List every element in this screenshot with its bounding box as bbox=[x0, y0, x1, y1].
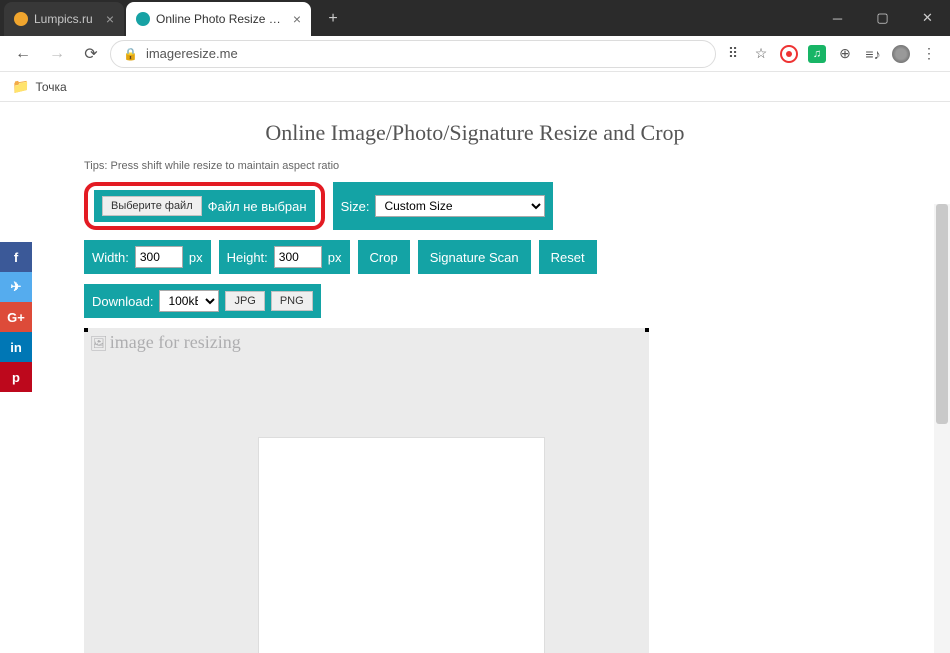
close-icon[interactable]: × bbox=[293, 11, 301, 27]
crop-button[interactable]: Crop bbox=[358, 240, 410, 274]
row-dimensions: Width: px Height: px Crop Signature Scan… bbox=[84, 240, 908, 274]
close-window-button[interactable]: ✕ bbox=[905, 0, 950, 36]
size-label: Size: bbox=[341, 199, 370, 214]
share-pinterest[interactable]: p bbox=[0, 362, 32, 392]
px-label: px bbox=[328, 250, 342, 265]
address-bar: ← → ⟳ 🔒 imageresize.me ⠿ ☆ ♫ ⊕ ≡♪ ⋮ bbox=[0, 36, 950, 72]
tab-lumpics[interactable]: Lumpics.ru × bbox=[4, 2, 124, 36]
globe-icon[interactable]: ⊕ bbox=[836, 45, 854, 63]
png-button[interactable]: PNG bbox=[271, 291, 313, 311]
row-download: Download: 100kB JPG PNG bbox=[84, 284, 908, 318]
social-sidebar: f ✈ G+ in p bbox=[0, 242, 32, 392]
tab-label: Online Photo Resize and Crop | R bbox=[156, 12, 287, 26]
resize-handle-tl[interactable] bbox=[84, 328, 88, 332]
lumpics-favicon bbox=[14, 12, 28, 26]
browser-menu-button[interactable]: ⋮ bbox=[920, 45, 938, 63]
reset-button[interactable]: Reset bbox=[539, 240, 597, 274]
px-label: px bbox=[189, 250, 203, 265]
bookmark-item[interactable]: Точка bbox=[35, 80, 66, 94]
content-area: Tips: Press shift while resize to mainta… bbox=[0, 160, 950, 653]
imageresize-favicon bbox=[136, 12, 150, 26]
height-input[interactable] bbox=[274, 246, 322, 268]
height-control: Height: px bbox=[219, 240, 350, 274]
omnibox[interactable]: 🔒 imageresize.me bbox=[110, 40, 716, 68]
size-control: Size: Custom Size bbox=[333, 182, 554, 230]
page-title: Online Image/Photo/Signature Resize and … bbox=[0, 102, 950, 152]
file-status: Файл не выбран bbox=[208, 199, 307, 214]
new-tab-button[interactable]: + bbox=[319, 5, 347, 33]
back-button[interactable]: ← bbox=[8, 39, 38, 69]
page-content: Online Image/Photo/Signature Resize and … bbox=[0, 102, 950, 653]
minimize-button[interactable]: ─ bbox=[815, 0, 860, 36]
resize-handle-tr[interactable] bbox=[645, 328, 649, 332]
height-label: Height: bbox=[227, 250, 268, 265]
download-label: Download: bbox=[92, 294, 153, 309]
tab-imageresize[interactable]: Online Photo Resize and Crop | R × bbox=[126, 2, 311, 36]
size-select[interactable]: Custom Size bbox=[375, 195, 545, 217]
extension-icons: ⠿ ☆ ♫ ⊕ ≡♪ ⋮ bbox=[720, 45, 942, 63]
file-picker-wrap: Выберите файл Файл не выбран bbox=[94, 190, 315, 222]
scrollbar-thumb[interactable] bbox=[936, 204, 948, 424]
choose-file-button[interactable]: Выберите файл bbox=[102, 196, 202, 216]
share-twitter[interactable]: ✈ bbox=[0, 272, 32, 302]
row-file-size: Выберите файл Файл не выбран Size: Custo… bbox=[84, 182, 908, 230]
signature-scan-button[interactable]: Signature Scan bbox=[418, 240, 531, 274]
jpg-button[interactable]: JPG bbox=[225, 291, 264, 311]
image-alt-text: image for resizing bbox=[90, 332, 241, 353]
share-facebook[interactable]: f bbox=[0, 242, 32, 272]
vertical-scrollbar[interactable] bbox=[934, 204, 950, 653]
extension-alert-icon[interactable] bbox=[780, 45, 798, 63]
lock-icon: 🔒 bbox=[123, 47, 138, 61]
tabs-area: Lumpics.ru × Online Photo Resize and Cro… bbox=[0, 0, 815, 36]
width-label: Width: bbox=[92, 250, 129, 265]
readlist-icon[interactable]: ≡♪ bbox=[864, 45, 882, 63]
extension-green-icon[interactable]: ♫ bbox=[808, 45, 826, 63]
window-title-bar: Lumpics.ru × Online Photo Resize and Cro… bbox=[0, 0, 950, 36]
translate-icon[interactable]: ⠿ bbox=[724, 45, 742, 63]
window-controls: ─ ▢ ✕ bbox=[815, 0, 950, 36]
download-size-select[interactable]: 100kB bbox=[159, 290, 219, 312]
reload-button[interactable]: ⟳ bbox=[76, 39, 106, 69]
maximize-button[interactable]: ▢ bbox=[860, 0, 905, 36]
tips-text: Tips: Press shift while resize to mainta… bbox=[84, 160, 908, 172]
download-control: Download: 100kB JPG PNG bbox=[84, 284, 321, 318]
image-resize-area[interactable]: image for resizing bbox=[84, 328, 649, 653]
bookmarks-bar: 📁 Точка bbox=[0, 72, 950, 102]
close-icon[interactable]: × bbox=[106, 11, 114, 27]
file-picker-highlight: Выберите файл Файл не выбран bbox=[84, 182, 325, 230]
tab-label: Lumpics.ru bbox=[34, 12, 100, 26]
share-linkedin[interactable]: in bbox=[0, 332, 32, 362]
width-input[interactable] bbox=[135, 246, 183, 268]
folder-icon: 📁 bbox=[12, 78, 29, 95]
share-google-plus[interactable]: G+ bbox=[0, 302, 32, 332]
url-text: imageresize.me bbox=[146, 46, 238, 61]
profile-avatar[interactable] bbox=[892, 45, 910, 63]
forward-button[interactable]: → bbox=[42, 39, 72, 69]
canvas-preview bbox=[259, 438, 544, 653]
width-control: Width: px bbox=[84, 240, 211, 274]
star-icon[interactable]: ☆ bbox=[752, 45, 770, 63]
